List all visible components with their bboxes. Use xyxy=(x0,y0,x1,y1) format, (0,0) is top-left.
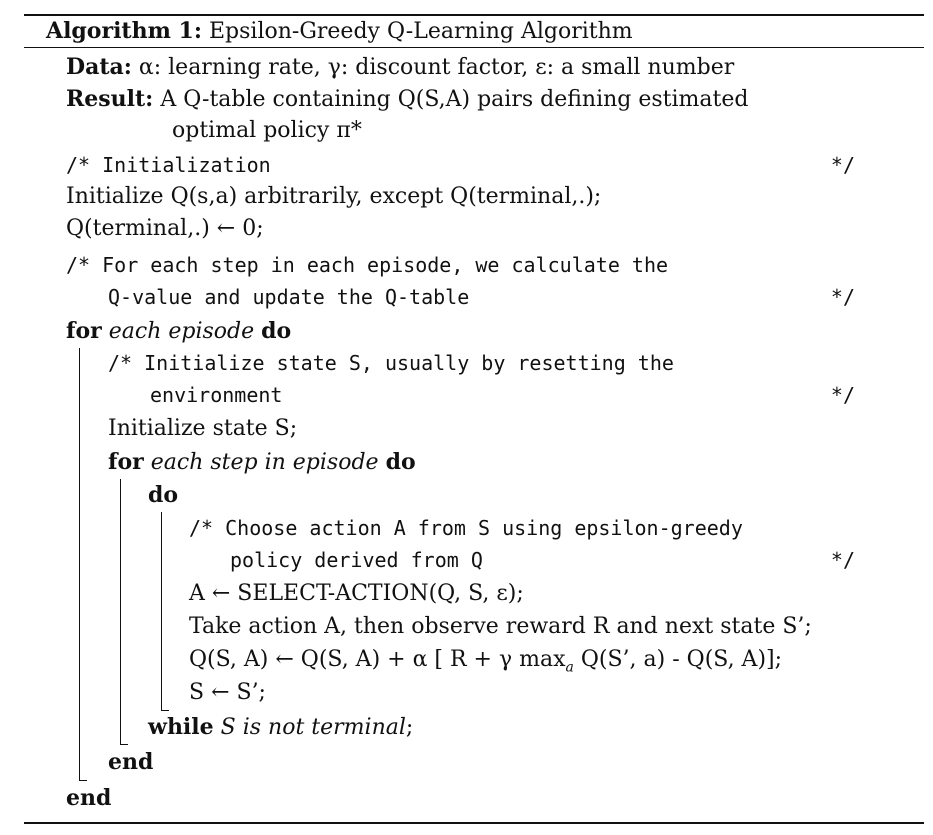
while-keyword: while xyxy=(148,714,214,740)
bottom-rule xyxy=(24,822,924,824)
for-step-keyword: for xyxy=(108,449,144,475)
while-condition: S is not terminal xyxy=(220,715,406,740)
middle-block-bar xyxy=(120,479,121,744)
while-line: while S is not terminal; xyxy=(148,712,413,742)
init-q-line: Initialize Q(s,a) arbitrarily, except Q(… xyxy=(66,184,602,209)
inner-block-bar xyxy=(161,512,162,710)
take-action-line: Take action A, then observe reward R and… xyxy=(189,614,812,639)
comment-state-2: environment xyxy=(150,383,283,407)
comment-state-1: /* Initialize state S, usually by resett… xyxy=(108,351,674,375)
init-state-line: Initialize state S; xyxy=(108,416,298,441)
comment-action-1: /* Choose action A from S using epsilon-… xyxy=(189,516,743,540)
result-line-2: optimal policy π* xyxy=(172,118,362,143)
outer-block-foot xyxy=(79,780,87,781)
data-label: Data: xyxy=(66,54,132,80)
update-q-line: Q(S, A) ← Q(S, A) + α [ R + γ maxa Q(S’,… xyxy=(189,645,782,675)
caption-label: Algorithm 1: xyxy=(46,18,202,44)
comment-state-end: */ xyxy=(830,383,855,407)
assign-s-line: S ← S’; xyxy=(189,680,266,705)
end-outer-line: end xyxy=(66,785,112,811)
for-episode-condition: each episode xyxy=(108,319,255,344)
result-line: Result: A Q-table containing Q(S,A) pair… xyxy=(66,84,748,114)
update-q-pre: Q(S, A) ← Q(S, A) + α [ R + γ max xyxy=(189,647,566,672)
while-tail: ; xyxy=(405,715,414,740)
outer-block-bar xyxy=(79,348,80,780)
select-action-line: A ← SELECT-ACTION(Q, S, ε); xyxy=(189,581,524,606)
for-keyword: for xyxy=(66,318,102,344)
comment-initialization: /* Initialization xyxy=(66,153,271,177)
for-step-condition: each step in episode xyxy=(150,450,379,475)
comment-steps-end: */ xyxy=(830,285,855,309)
comment-action-2: policy derived from Q xyxy=(230,548,483,572)
end-inner-line: end xyxy=(108,749,154,775)
update-q-sub: a xyxy=(565,659,574,676)
result-label: Result: xyxy=(66,86,154,112)
caption-rule xyxy=(24,47,924,48)
comment-action-end: */ xyxy=(830,548,855,572)
data-line: Data: α: learning rate, γ: discount fact… xyxy=(66,52,734,82)
comment-steps-2: Q-value and update the Q-table xyxy=(108,285,470,309)
set-terminal-line: Q(terminal,.) ← 0; xyxy=(66,216,264,241)
for-step-do-keyword: do xyxy=(385,449,416,475)
data-text: α: learning rate, γ: discount factor, ε:… xyxy=(138,55,735,80)
comment-initialization-end: */ xyxy=(830,153,855,177)
for-step-line: for each step in episode do xyxy=(108,447,416,477)
inner-block-foot xyxy=(161,710,169,711)
middle-block-foot xyxy=(120,744,128,745)
do-keyword: do xyxy=(261,318,292,344)
caption-title: Epsilon-Greedy Q-Learning Algorithm xyxy=(208,19,633,44)
algorithm-caption: Algorithm 1: Epsilon-Greedy Q-Learning A… xyxy=(46,16,633,46)
for-episode-line: for each episode do xyxy=(66,316,291,346)
comment-steps-1: /* For each step in each episode, we cal… xyxy=(66,253,669,277)
update-q-post: Q(S’, a) - Q(S, A)]; xyxy=(573,647,783,672)
do-line: do xyxy=(148,482,179,508)
result-text-1: A Q-table containing Q(S,A) pairs defini… xyxy=(160,87,749,112)
